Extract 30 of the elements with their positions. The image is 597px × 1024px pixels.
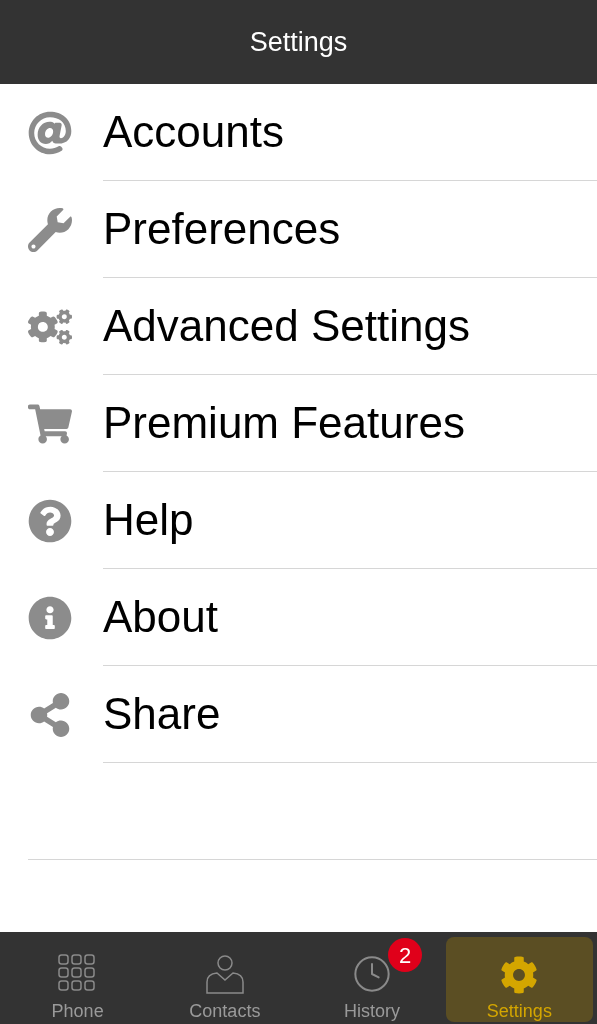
info-icon <box>28 595 72 640</box>
keypad-icon <box>57 954 98 994</box>
wrench-icon <box>28 207 72 252</box>
clock-icon <box>352 954 393 994</box>
menu-item[interactable]: Share <box>0 666 597 763</box>
person-icon <box>204 954 245 994</box>
menu-item[interactable]: Accounts <box>0 84 597 181</box>
tab[interactable]: Contacts <box>151 937 299 1022</box>
share-icon <box>28 692 72 737</box>
menu-label: Share <box>103 688 221 740</box>
settings-icon <box>500 956 539 994</box>
tab[interactable]: Settings <box>445 937 593 1022</box>
help-icon <box>28 498 72 543</box>
tab[interactable]: Phone <box>4 937 152 1022</box>
menu-item[interactable]: Help <box>0 472 597 569</box>
menu-label: About <box>103 591 218 643</box>
menu-item[interactable]: Advanced Settings <box>0 278 597 375</box>
page-title: Settings <box>249 25 348 59</box>
menu-label: Help <box>103 494 194 546</box>
menu-item[interactable]: Preferences <box>0 181 597 278</box>
menu-label: Accounts <box>103 106 284 158</box>
at-sign-icon <box>28 110 72 155</box>
tab[interactable]: 2 History <box>298 937 446 1022</box>
menu-label: Premium Features <box>103 397 465 449</box>
menu-label: Preferences <box>103 203 341 255</box>
menu-item[interactable]: Premium Features <box>0 375 597 472</box>
menu-item[interactable]: About <box>0 569 597 666</box>
menu-label: Advanced Settings <box>103 300 470 352</box>
cart-icon <box>28 401 72 446</box>
notification-badge: 2 <box>388 938 423 972</box>
